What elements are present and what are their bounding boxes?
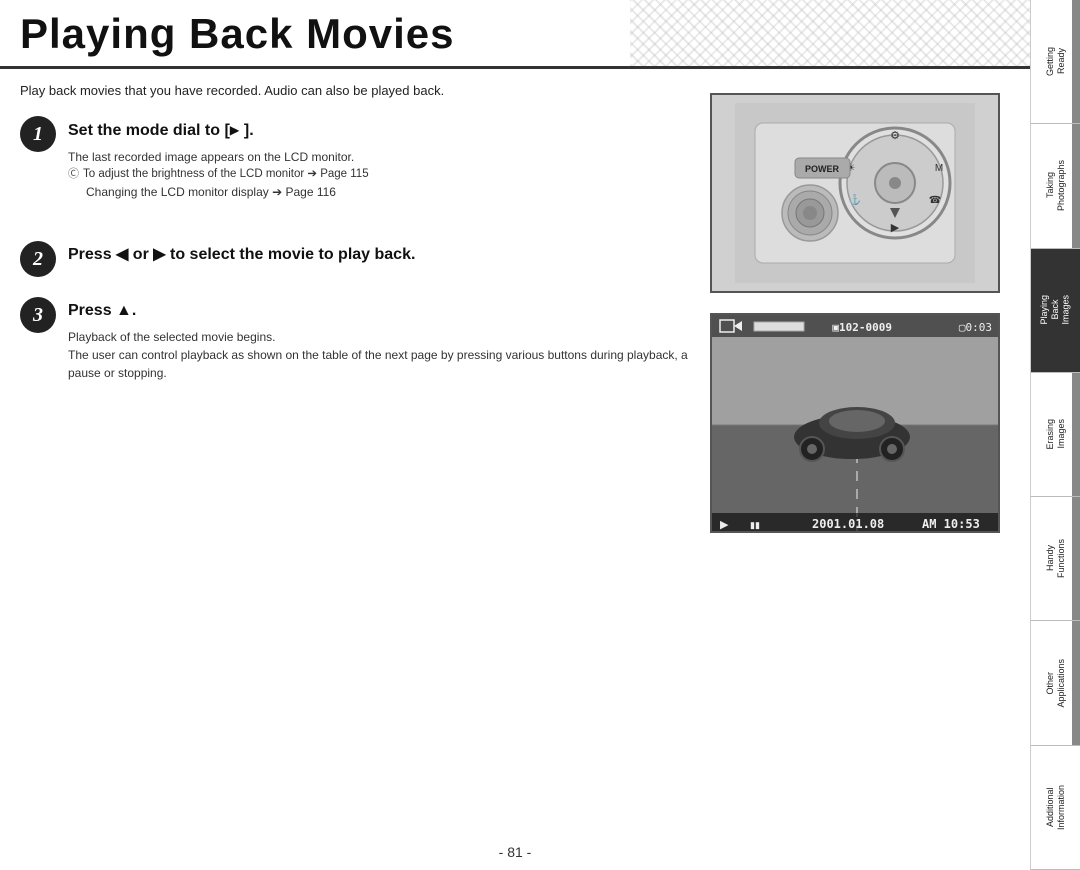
step-2-title: Press ◀ or ▶ to select the movie to play… [68, 245, 690, 266]
sidebar-tab-7 [1072, 746, 1080, 869]
sidebar-item-handy-functions[interactable]: HandyFunctions [1031, 497, 1080, 621]
sidebar-tab-5 [1072, 497, 1080, 620]
step-1-note2: Changing the LCD monitor display ➔ Page … [68, 183, 690, 201]
svg-text:▢0:03: ▢0:03 [959, 321, 992, 334]
left-column: Play back movies that you have recorded.… [20, 83, 690, 826]
intro-text: Play back movies that you have recorded.… [20, 83, 690, 98]
step-1-number: 1 [20, 116, 56, 152]
sidebar-label-playing-back: PlayingBackImages [1039, 295, 1071, 325]
svg-text:▶: ▶ [720, 519, 729, 531]
body-area: Play back movies that you have recorded.… [0, 69, 1030, 836]
playback-screen-image: ▣102-0009 ▢0:03 ▶ ▮▮ 2001.01.08 AM 10:53 [710, 313, 1000, 533]
mode-dial-graphic: ⚙ M ☎ ▶ ⚓ ☀ POWER [712, 95, 998, 291]
step-2: 2 Press ◀ or ▶ to select the movie to pl… [20, 241, 690, 277]
step-3-content: Press ▲. Playback of the selected movie … [68, 297, 690, 382]
page-header: Playing Back Movies [0, 0, 1030, 69]
step-3-desc: Playback of the selected movie begins. T… [68, 328, 690, 382]
sidebar-tab-2 [1072, 124, 1080, 247]
sidebar-item-getting-ready[interactable]: GettingReady [1031, 0, 1080, 124]
step-2-content: Press ◀ or ▶ to select the movie to play… [68, 241, 690, 272]
up-arrow: ▲ [116, 302, 132, 319]
page-footer: - 81 - [0, 836, 1030, 870]
step-3: 3 Press ▲. Playback of the selected movi… [20, 297, 690, 382]
svg-text:☎: ☎ [929, 195, 941, 206]
step-2-number: 2 [20, 241, 56, 277]
svg-text:M: M [935, 163, 943, 174]
sidebar-label-other-applications: OtherApplications [1045, 659, 1067, 708]
sidebar-tab-1 [1072, 0, 1080, 123]
play-icon-bracket: ▶ [230, 120, 240, 139]
sidebar-item-playing-back[interactable]: PlayingBackImages [1031, 249, 1080, 373]
svg-text:▶: ▶ [891, 222, 900, 234]
sidebar-label-erasing: ErasingImages [1045, 419, 1067, 450]
sidebar-label-handy-functions: HandyFunctions [1045, 539, 1067, 578]
sidebar-tab-6 [1072, 621, 1080, 744]
page-title: Playing Back Movies [20, 10, 455, 57]
svg-text:2001.01.08: 2001.01.08 [812, 517, 884, 531]
right-arrow: ▶ [153, 246, 165, 263]
sidebar-tab-4 [1072, 373, 1080, 496]
svg-text:▣102-0009: ▣102-0009 [832, 321, 892, 334]
step-1-desc: The last recorded image appears on the L… [68, 148, 690, 201]
page-number: - 81 - [499, 844, 532, 860]
sidebar: GettingReady TakingPhotographs PlayingBa… [1030, 0, 1080, 870]
svg-text:AM 10:53: AM 10:53 [922, 517, 980, 531]
left-arrow: ◀ [116, 246, 128, 263]
sidebar-item-erasing[interactable]: ErasingImages [1031, 373, 1080, 497]
svg-text:⚓: ⚓ [849, 193, 861, 206]
step-1-note1: Ⓒ To adjust the brightness of the LCD mo… [68, 166, 690, 183]
step-3-number: 3 [20, 297, 56, 333]
main-content: Playing Back Movies Play back movies tha… [0, 0, 1030, 870]
svg-text:▮▮: ▮▮ [750, 520, 760, 530]
sidebar-label-getting-ready: GettingReady [1045, 47, 1067, 76]
step-1-content: Set the mode dial to [▶ ]. The last reco… [68, 116, 690, 201]
sidebar-item-taking-photographs[interactable]: TakingPhotographs [1031, 124, 1080, 248]
note-icon-1: Ⓒ [68, 166, 79, 183]
sidebar-label-taking-photographs: TakingPhotographs [1045, 160, 1067, 211]
svg-text:POWER: POWER [805, 164, 840, 174]
step-1-title: Set the mode dial to [▶ ]. [68, 120, 690, 142]
mode-dial-image: ⚙ M ☎ ▶ ⚓ ☀ POWER [710, 93, 1000, 293]
step-3-title: Press ▲. [68, 301, 690, 322]
sidebar-tab-3 [1072, 249, 1080, 372]
sidebar-label-additional-information: AdditionalInformation [1045, 785, 1067, 830]
right-column: ⚙ M ☎ ▶ ⚓ ☀ POWER [710, 83, 1010, 826]
svg-text:⚙: ⚙ [890, 130, 900, 142]
sidebar-item-additional-information[interactable]: AdditionalInformation [1031, 746, 1080, 870]
sidebar-item-other-applications[interactable]: OtherApplications [1031, 621, 1080, 745]
step-1: 1 Set the mode dial to [▶ ]. The last re… [20, 116, 690, 201]
